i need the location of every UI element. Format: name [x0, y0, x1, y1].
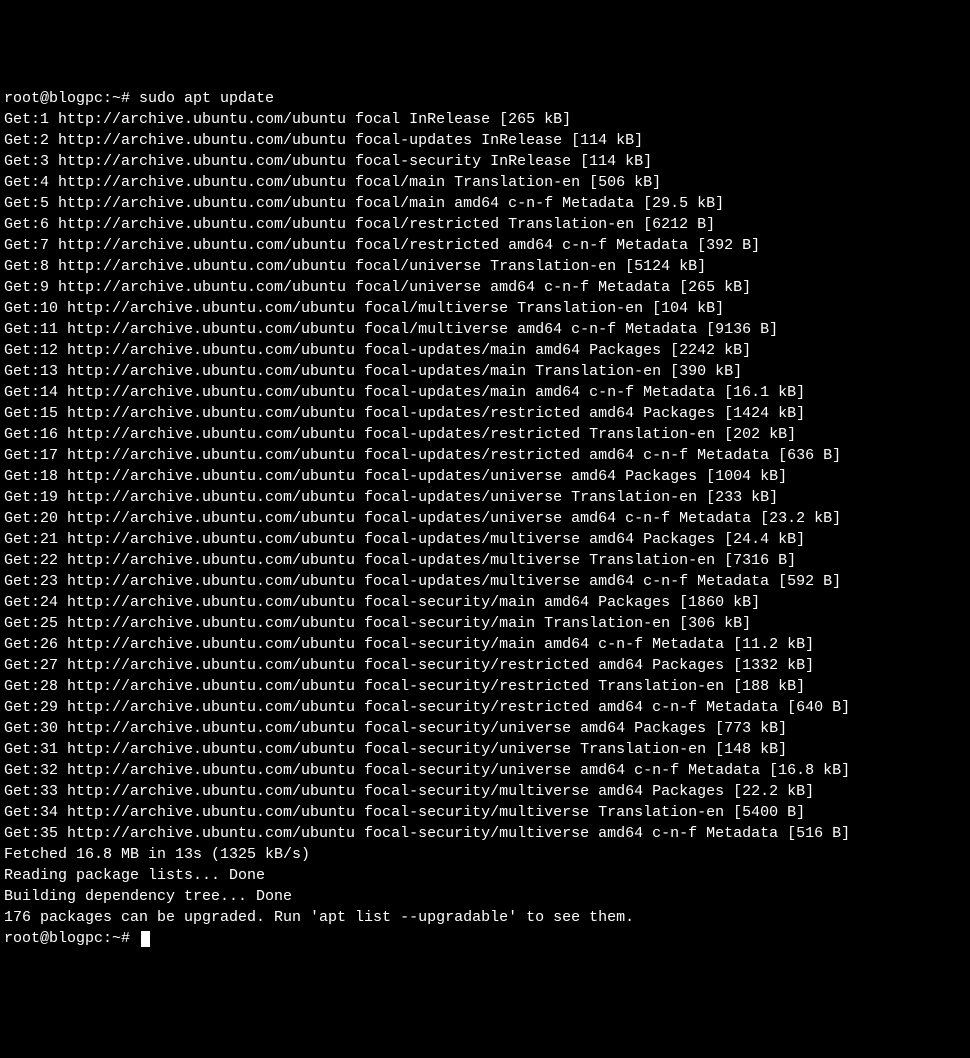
- apt-get-line: Get:34 http://archive.ubuntu.com/ubuntu …: [4, 802, 966, 823]
- shell-prompt[interactable]: root@blogpc:~#: [4, 90, 139, 107]
- apt-get-line: Get:23 http://archive.ubuntu.com/ubuntu …: [4, 571, 966, 592]
- cursor-icon: [141, 931, 150, 947]
- apt-get-line: Get:32 http://archive.ubuntu.com/ubuntu …: [4, 760, 966, 781]
- apt-get-line: Get:29 http://archive.ubuntu.com/ubuntu …: [4, 697, 966, 718]
- apt-get-line: Get:18 http://archive.ubuntu.com/ubuntu …: [4, 466, 966, 487]
- apt-get-line: Get:31 http://archive.ubuntu.com/ubuntu …: [4, 739, 966, 760]
- apt-get-line: Get:30 http://archive.ubuntu.com/ubuntu …: [4, 718, 966, 739]
- apt-get-line: Get:5 http://archive.ubuntu.com/ubuntu f…: [4, 193, 966, 214]
- apt-get-line: Get:26 http://archive.ubuntu.com/ubuntu …: [4, 634, 966, 655]
- apt-get-line: Get:7 http://archive.ubuntu.com/ubuntu f…: [4, 235, 966, 256]
- apt-get-line: Get:28 http://archive.ubuntu.com/ubuntu …: [4, 676, 966, 697]
- apt-get-line: Get:25 http://archive.ubuntu.com/ubuntu …: [4, 613, 966, 634]
- apt-get-line: Get:22 http://archive.ubuntu.com/ubuntu …: [4, 550, 966, 571]
- terminal-output[interactable]: root@blogpc:~# sudo apt update Get:1 http…: [4, 88, 966, 949]
- building-line: Building dependency tree... Done: [4, 886, 966, 907]
- apt-get-line: Get:33 http://archive.ubuntu.com/ubuntu …: [4, 781, 966, 802]
- apt-get-line: Get:10 http://archive.ubuntu.com/ubuntu …: [4, 298, 966, 319]
- apt-get-line: Get:9 http://archive.ubuntu.com/ubuntu f…: [4, 277, 966, 298]
- fetched-line: Fetched 16.8 MB in 13s (1325 kB/s): [4, 844, 966, 865]
- apt-get-line: Get:17 http://archive.ubuntu.com/ubuntu …: [4, 445, 966, 466]
- upgradable-line: 176 packages can be upgraded. Run 'apt l…: [4, 907, 966, 928]
- apt-get-line: Get:15 http://archive.ubuntu.com/ubuntu …: [4, 403, 966, 424]
- reading-line: Reading package lists... Done: [4, 865, 966, 886]
- apt-get-line: Get:11 http://archive.ubuntu.com/ubuntu …: [4, 319, 966, 340]
- apt-get-line: Get:20 http://archive.ubuntu.com/ubuntu …: [4, 508, 966, 529]
- apt-get-line: Get:14 http://archive.ubuntu.com/ubuntu …: [4, 382, 966, 403]
- apt-get-line: Get:4 http://archive.ubuntu.com/ubuntu f…: [4, 172, 966, 193]
- apt-get-line: Get:19 http://archive.ubuntu.com/ubuntu …: [4, 487, 966, 508]
- command-input[interactable]: sudo apt update: [139, 90, 274, 107]
- apt-get-line: Get:21 http://archive.ubuntu.com/ubuntu …: [4, 529, 966, 550]
- apt-get-line: Get:16 http://archive.ubuntu.com/ubuntu …: [4, 424, 966, 445]
- apt-get-line: Get:3 http://archive.ubuntu.com/ubuntu f…: [4, 151, 966, 172]
- apt-get-line: Get:12 http://archive.ubuntu.com/ubuntu …: [4, 340, 966, 361]
- apt-get-line: Get:6 http://archive.ubuntu.com/ubuntu f…: [4, 214, 966, 235]
- apt-get-line: Get:2 http://archive.ubuntu.com/ubuntu f…: [4, 130, 966, 151]
- apt-get-line: Get:1 http://archive.ubuntu.com/ubuntu f…: [4, 109, 966, 130]
- apt-get-line: Get:24 http://archive.ubuntu.com/ubuntu …: [4, 592, 966, 613]
- apt-get-line: Get:13 http://archive.ubuntu.com/ubuntu …: [4, 361, 966, 382]
- apt-get-line: Get:8 http://archive.ubuntu.com/ubuntu f…: [4, 256, 966, 277]
- shell-prompt[interactable]: root@blogpc:~#: [4, 930, 139, 947]
- apt-get-line: Get:35 http://archive.ubuntu.com/ubuntu …: [4, 823, 966, 844]
- apt-get-line: Get:27 http://archive.ubuntu.com/ubuntu …: [4, 655, 966, 676]
